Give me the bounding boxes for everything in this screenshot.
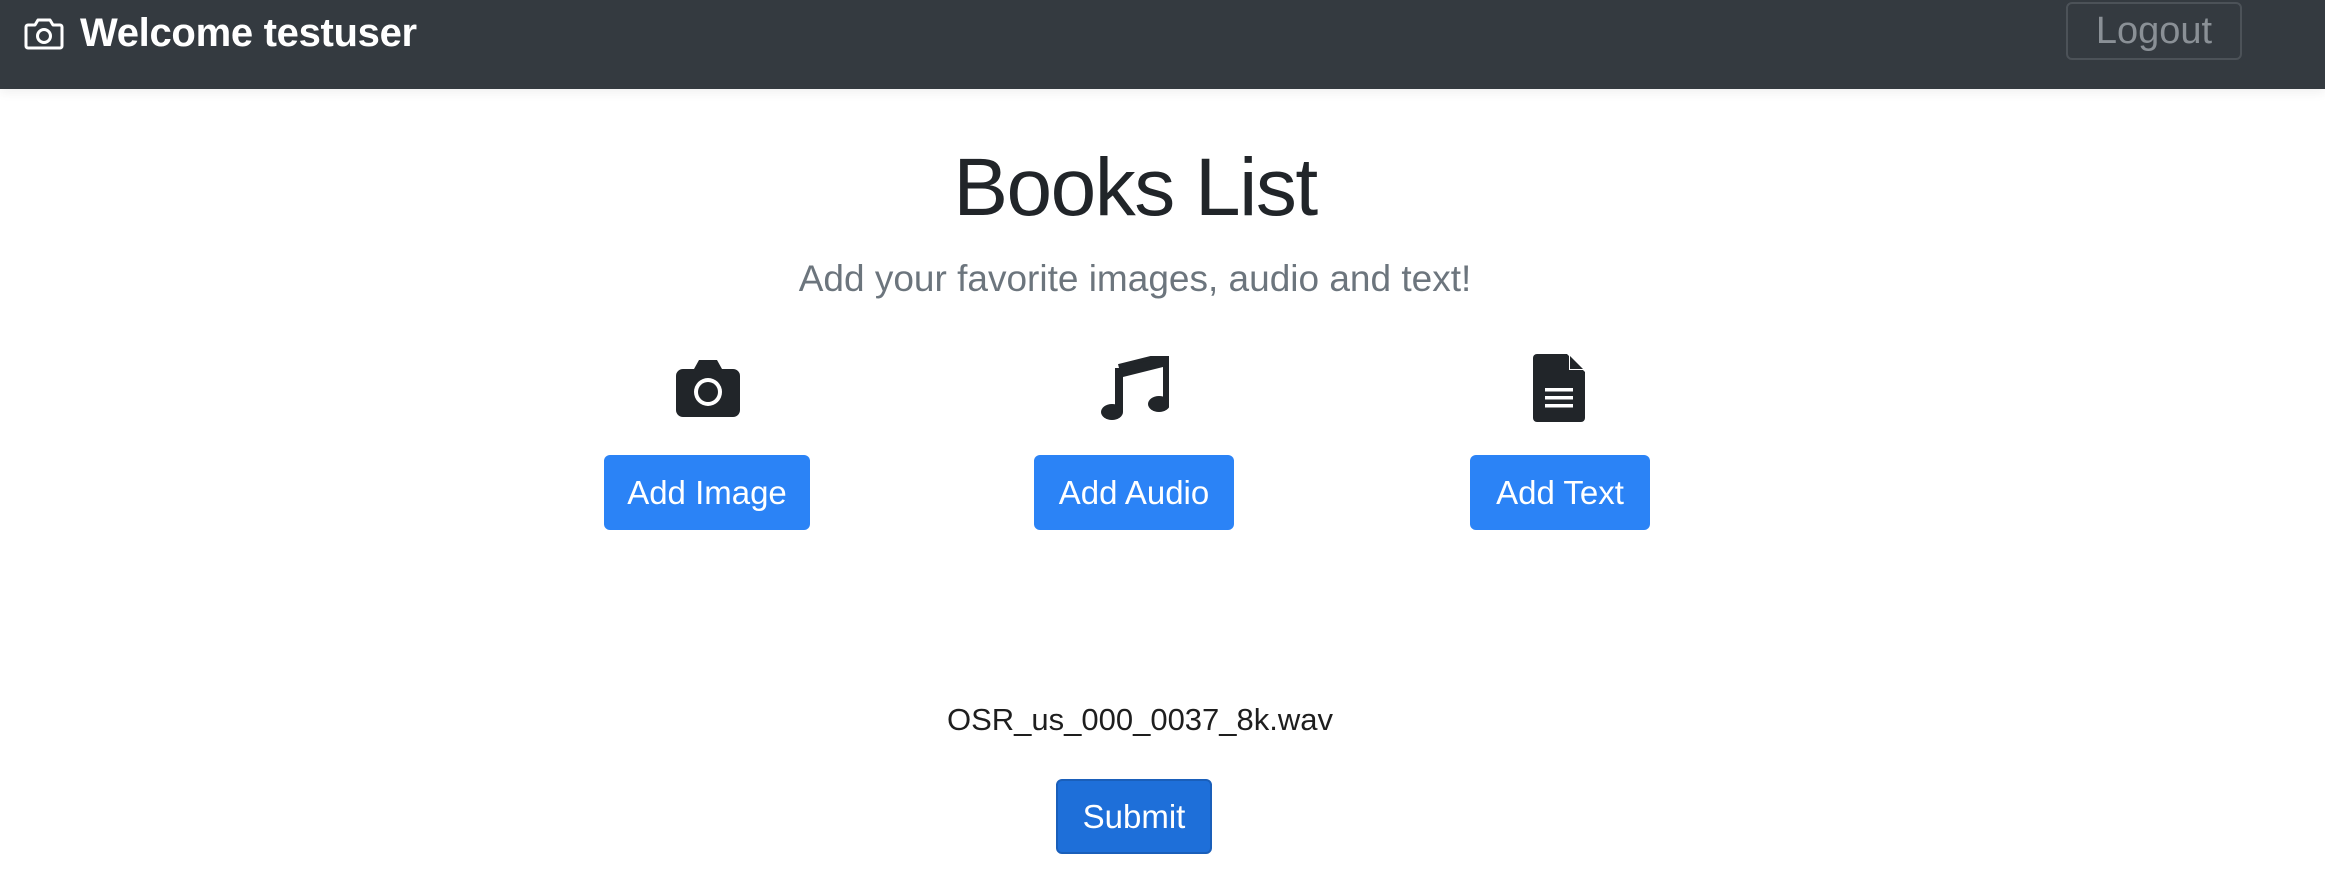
navbar-brand[interactable]: Welcome testuser <box>24 8 417 58</box>
music-note-icon <box>1101 356 1169 420</box>
logout-button[interactable]: Logout <box>2066 2 2242 60</box>
file-text-icon <box>1533 354 1585 422</box>
camera-icon <box>676 360 740 417</box>
welcome-text: Welcome testuser <box>80 10 417 55</box>
submit-button[interactable]: Submit <box>1056 779 1212 854</box>
selected-file-name: OSR_us_000_0037_8k.wav <box>946 702 1334 737</box>
camera-outline-icon <box>24 18 64 50</box>
page-title: Books List <box>953 142 1318 233</box>
add-image-button[interactable]: Add Image <box>604 455 810 530</box>
add-audio-button[interactable]: Add Audio <box>1034 455 1234 530</box>
page-subtitle: Add your favorite images, audio and text… <box>798 258 1472 299</box>
navbar: Welcome testuser Logout <box>0 0 2325 89</box>
add-text-button[interactable]: Add Text <box>1470 455 1650 530</box>
